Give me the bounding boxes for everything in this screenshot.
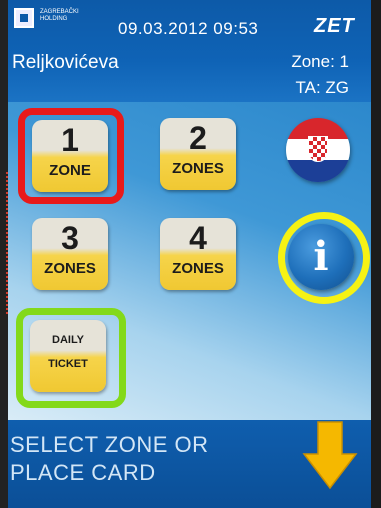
ticket-label: ZONES [172, 160, 224, 177]
prompt-line-1: SELECT ZONE OR [10, 432, 209, 457]
ticket-2-zones-button[interactable]: 2 ZONES [160, 118, 236, 190]
holding-logo-icon [14, 8, 34, 28]
zet-logo: ZET [314, 15, 355, 37]
down-arrow-icon [302, 421, 358, 490]
device-frame-right [371, 0, 381, 508]
ticket-label: ZONE [49, 162, 91, 179]
ticket-4-zones-button[interactable]: 4 ZONES [160, 218, 236, 290]
ticket-label: ZONES [172, 260, 224, 277]
info-icon[interactable]: i [288, 224, 354, 290]
ticket-label: TICKET [48, 358, 88, 370]
croatian-flag-icon[interactable] [286, 118, 350, 182]
info-glyph: i [313, 233, 329, 280]
daily-ticket-button[interactable]: DAILY TICKET [30, 320, 106, 392]
daily-label: DAILY [52, 334, 84, 346]
ta-label: TA: ZG [295, 78, 349, 97]
stop-name: Reljkovićeva [12, 52, 119, 73]
ticket-3-zones-button[interactable]: 3 ZONES [32, 218, 108, 290]
prompt-bar: SELECT ZONE OR PLACE CARD [6, 420, 371, 508]
ticket-number: 4 [189, 220, 207, 256]
prompt-line-2: PLACE CARD [10, 460, 156, 485]
ticket-number: 2 [189, 120, 207, 156]
ticket-number: 1 [61, 122, 79, 158]
dotted-marker [0, 172, 8, 314]
ticket-number: 3 [61, 220, 79, 256]
org-name: ZAGREBAČKI HOLDING [40, 9, 79, 22]
date-time: 09.03.2012 09:53 [118, 19, 259, 38]
ticket-machine-screen: ZAGREBAČKI HOLDING 09.03.2012 09:53 ZET … [0, 0, 381, 508]
zone-label: Zone: 1 [291, 52, 349, 71]
coat-of-arms-icon [308, 136, 328, 162]
header-bar: ZAGREBAČKI HOLDING 09.03.2012 09:53 ZET … [6, 0, 371, 102]
ticket-1-zone-button[interactable]: 1 ZONE [32, 120, 108, 192]
ticket-label: ZONES [44, 260, 96, 277]
